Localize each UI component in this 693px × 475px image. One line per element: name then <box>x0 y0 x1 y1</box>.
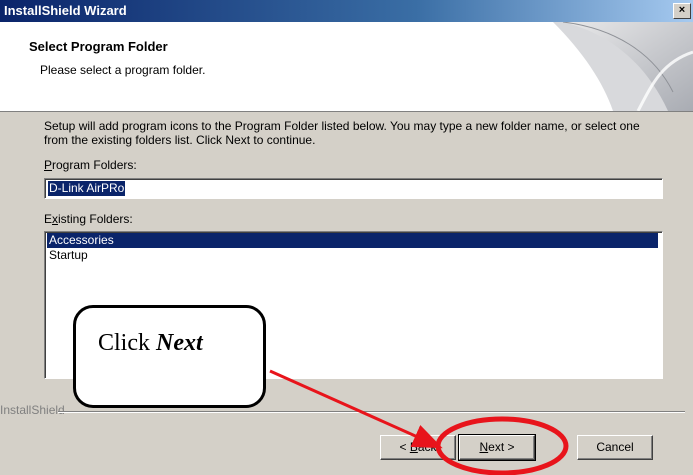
next-button-highlight-circle <box>435 416 569 475</box>
annotation-arrow <box>269 369 443 449</box>
callout-text: Click Next <box>98 330 203 356</box>
annotation-callout: Click Next <box>73 305 266 408</box>
